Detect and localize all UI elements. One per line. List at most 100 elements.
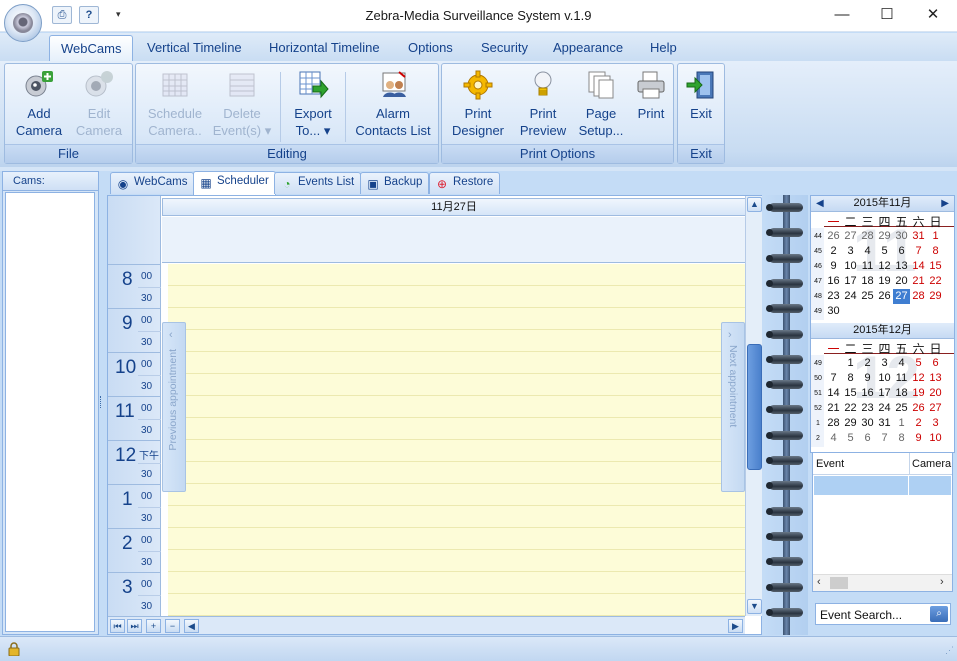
calendar-day[interactable]: 21: [910, 274, 927, 289]
calendar-day[interactable]: 8: [927, 244, 944, 259]
print-preview-button[interactable]: Print Preview: [514, 68, 572, 139]
calendar-day[interactable]: 22: [842, 401, 859, 416]
all-day-area[interactable]: [162, 217, 746, 263]
remove-button[interactable]: −: [165, 619, 180, 633]
delete-events-button[interactable]: Delete Event(s) ▾: [210, 68, 274, 139]
calendar-day[interactable]: 3: [927, 416, 944, 431]
calendar-day[interactable]: 4: [825, 431, 842, 446]
calendar-day[interactable]: 28: [859, 229, 876, 244]
calendar-day[interactable]: 29: [876, 229, 893, 244]
calendar-day[interactable]: 27: [842, 229, 859, 244]
calendar-day[interactable]: 15: [842, 386, 859, 401]
calendar-day[interactable]: 4: [859, 244, 876, 259]
calendar-day[interactable]: 19: [910, 386, 927, 401]
last-button[interactable]: ⏭: [127, 619, 142, 633]
scroll-up-button[interactable]: ▲: [747, 197, 762, 212]
maximize-button[interactable]: ☐: [864, 0, 910, 32]
cams-list[interactable]: [5, 192, 95, 632]
vertical-scrollbar[interactable]: ▲ ▼: [745, 196, 762, 616]
calendar-day[interactable]: 20: [893, 274, 910, 289]
calendar-day[interactable]: 30: [825, 304, 842, 319]
calendar-day[interactable]: 31: [910, 229, 927, 244]
calendar-day[interactable]: 9: [859, 371, 876, 386]
calendar-day[interactable]: 31: [876, 416, 893, 431]
ribbon-tab-horizontal-timeline[interactable]: Horizontal Timeline: [269, 40, 380, 55]
calendar-day[interactable]: 6: [859, 431, 876, 446]
exit-button[interactable]: Exit: [680, 68, 722, 122]
calendar-day[interactable]: 16: [825, 274, 842, 289]
tab-webcams[interactable]: ◉ WebCams: [110, 172, 195, 194]
calendar-day[interactable]: 16: [859, 386, 876, 401]
calendar-day[interactable]: 26: [825, 229, 842, 244]
calendar-day[interactable]: 15: [927, 259, 944, 274]
calendar-day[interactable]: 9: [825, 259, 842, 274]
calendar-day[interactable]: 9: [910, 431, 927, 446]
resize-grip[interactable]: ⋰: [945, 645, 954, 656]
calendar-day[interactable]: 14: [825, 386, 842, 401]
event-search-field[interactable]: Event Search... ⌕: [815, 603, 951, 625]
calendar-day[interactable]: 27: [893, 289, 910, 304]
calendar-day[interactable]: 6: [893, 244, 910, 259]
tab-events-list[interactable]: ◔ Events List: [274, 172, 362, 194]
calendar-day[interactable]: 26: [876, 289, 893, 304]
calendar-day[interactable]: 6: [927, 356, 944, 371]
scroll-left-button[interactable]: ◀: [184, 619, 199, 633]
ribbon-tab-help[interactable]: Help: [650, 40, 677, 55]
calendar-day[interactable]: 23: [859, 401, 876, 416]
calendar-day[interactable]: 11: [859, 259, 876, 274]
app-menu-button[interactable]: [4, 4, 42, 42]
event-column-header[interactable]: Event: [816, 458, 844, 470]
calendar-day[interactable]: 27: [927, 401, 944, 416]
binoculars-icon[interactable]: ⌕: [930, 606, 948, 622]
calendar-day[interactable]: 10: [927, 431, 944, 446]
print-button[interactable]: Print: [630, 68, 672, 122]
calendar-day[interactable]: 25: [893, 401, 910, 416]
calendar-day[interactable]: 2: [910, 416, 927, 431]
calendar-day[interactable]: 29: [927, 289, 944, 304]
previous-appointment-button[interactable]: ‹ Previous appointment: [162, 322, 186, 492]
calendar-day[interactable]: 3: [842, 244, 859, 259]
calendar-day[interactable]: 5: [842, 431, 859, 446]
calendar-day[interactable]: 1: [893, 416, 910, 431]
calendar-day[interactable]: 5: [910, 356, 927, 371]
calendar-day[interactable]: 28: [825, 416, 842, 431]
calendar-day[interactable]: 1: [927, 229, 944, 244]
close-button[interactable]: ✕: [910, 0, 956, 32]
add-camera-button[interactable]: Add Camera: [11, 68, 67, 139]
ribbon-tab-appearance[interactable]: Appearance: [553, 40, 623, 55]
schedule-camera-button[interactable]: Schedule Camera..: [140, 68, 210, 139]
ribbon-tab-vertical-timeline[interactable]: Vertical Timeline: [147, 40, 242, 55]
calendar-day[interactable]: 11: [893, 371, 910, 386]
calendar-day[interactable]: 26: [910, 401, 927, 416]
calendar-day[interactable]: 7: [876, 431, 893, 446]
calendar-day[interactable]: 25: [859, 289, 876, 304]
next-appointment-button[interactable]: › Next appointment: [721, 322, 745, 492]
calendar-day[interactable]: 29: [842, 416, 859, 431]
calendar-day[interactable]: 24: [876, 401, 893, 416]
camera-column-header[interactable]: Camera: [909, 453, 951, 474]
edit-camera-button[interactable]: Edit Camera: [71, 68, 127, 139]
tab-restore[interactable]: ⊕ Restore: [429, 172, 501, 194]
minimize-button[interactable]: —: [819, 0, 865, 32]
calendar-day[interactable]: 14: [910, 259, 927, 274]
print-designer-button[interactable]: Print Designer: [448, 68, 508, 139]
events-selected-row[interactable]: [814, 476, 951, 495]
calendar-day[interactable]: 5: [876, 244, 893, 259]
alarm-contacts-button[interactable]: Alarm Contacts List: [350, 68, 436, 139]
calendar-day[interactable]: 17: [876, 386, 893, 401]
tab-scheduler[interactable]: ▦ Scheduler: [193, 171, 276, 195]
page-setup-button[interactable]: Page Setup...: [572, 68, 630, 139]
scroll-right-icon[interactable]: ›: [940, 576, 944, 588]
calendar-day[interactable]: 4: [893, 356, 910, 371]
calendar-day[interactable]: 10: [876, 371, 893, 386]
next-month-button[interactable]: ▶: [941, 196, 949, 211]
events-scroll-thumb[interactable]: [830, 577, 848, 589]
calendar-day[interactable]: 21: [825, 401, 842, 416]
calendar-day[interactable]: 22: [927, 274, 944, 289]
first-button[interactable]: ⏮: [110, 619, 125, 633]
calendar-day[interactable]: 8: [842, 371, 859, 386]
calendar-day[interactable]: 2: [859, 356, 876, 371]
calendar-day[interactable]: 17: [842, 274, 859, 289]
day-header[interactable]: 11月27日: [162, 198, 746, 216]
calendar-day[interactable]: 24: [842, 289, 859, 304]
